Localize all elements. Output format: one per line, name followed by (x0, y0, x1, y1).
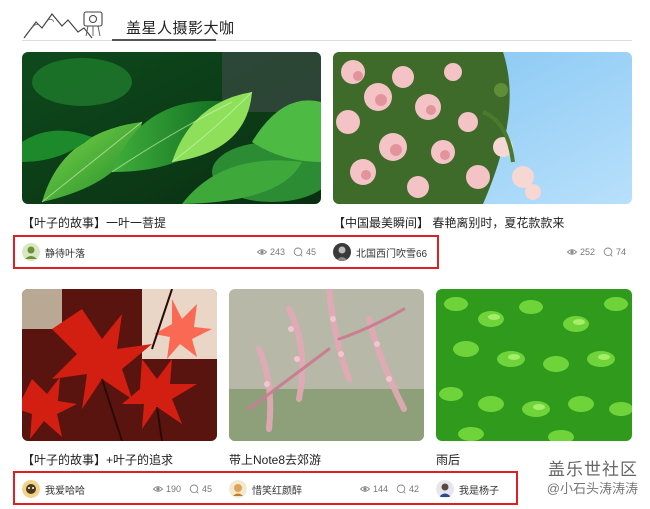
card-stats-2: 252 74 (567, 247, 626, 257)
section-title: 盖星人摄影大咖 (126, 20, 235, 37)
comment-count-2: 74 (616, 247, 627, 257)
view-count-2: 252 (580, 247, 596, 257)
card-caption-2[interactable]: 【中国最美瞬间】 春艳离别时，夏花款款来 (333, 214, 564, 231)
card-caption-4[interactable]: 带上Note8去郊游 (229, 451, 321, 468)
card-image-4[interactable] (229, 289, 424, 441)
watermark-community: 盖乐世社区 (548, 460, 638, 479)
card-caption-5[interactable]: 雨后 (436, 451, 460, 468)
card-image-5[interactable] (436, 289, 632, 441)
highlight-box-row1 (13, 235, 439, 269)
card-image-1[interactable] (22, 52, 321, 204)
card-image-2[interactable] (333, 52, 632, 204)
highlight-box-row2 (13, 471, 518, 505)
header-underline (112, 39, 216, 41)
section-header: 盖星人摄影大咖 (22, 8, 632, 42)
card-image-3[interactable] (22, 289, 217, 441)
card-caption-3[interactable]: 【叶子的故事】+叶子的追求 (22, 451, 173, 468)
card-caption-1[interactable]: 【叶子的故事】一叶一菩提 (22, 214, 166, 231)
comment-bubble-icon (603, 247, 613, 257)
watermark-author: @小石头涛涛涛 (546, 481, 638, 496)
mountain-logo-icon (22, 8, 112, 40)
eye-icon (567, 249, 577, 255)
